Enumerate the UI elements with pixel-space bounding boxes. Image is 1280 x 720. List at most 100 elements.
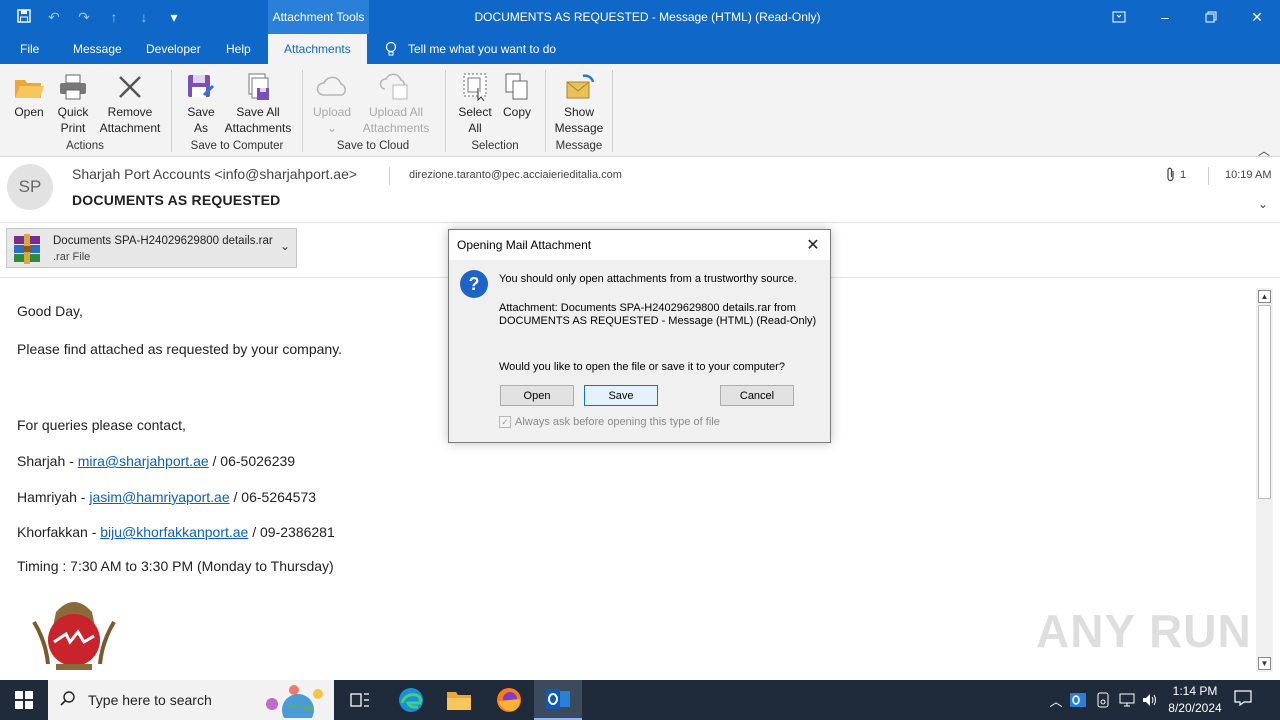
- ribbon-separator: [445, 70, 446, 152]
- arrow-down-icon[interactable]: ↓: [134, 9, 154, 25]
- cloud-icon: [310, 70, 354, 104]
- quick-print-button[interactable]: Quick Print: [54, 70, 92, 136]
- dialog-open-button[interactable]: Open: [500, 385, 574, 406]
- select-all-label-1: Select: [458, 105, 492, 119]
- arrow-up-icon[interactable]: ↑: [104, 9, 124, 25]
- upload-chevron-icon: ⌄: [326, 121, 338, 135]
- outlook-tray-icon[interactable]: [1070, 680, 1088, 720]
- remove-x-icon: [96, 70, 164, 104]
- remove-label-2: Attachment: [99, 121, 161, 135]
- save-as-icon: [182, 70, 220, 104]
- upload-all-label-1: Upload All: [368, 105, 424, 119]
- contact-hamriyah: Hamriyah - jasim@hamriyaport.ae / 06-526…: [17, 489, 316, 505]
- group-label-save-computer: Save to Computer: [190, 140, 284, 152]
- redo-icon[interactable]: ↷: [74, 9, 94, 26]
- sender[interactable]: Sharjah Port Accounts <info@sharjahport.…: [72, 166, 357, 182]
- tab-file[interactable]: File: [20, 34, 39, 64]
- remove-attachment-button[interactable]: Remove Attachment: [96, 70, 164, 136]
- ribbon-separator: [612, 70, 613, 152]
- volume-icon[interactable]: [1141, 680, 1159, 720]
- maximize-icon[interactable]: [1188, 0, 1234, 34]
- ribbon-separator: [545, 70, 546, 152]
- tab-developer[interactable]: Developer: [146, 34, 201, 64]
- show-message-label-1: Show: [563, 105, 595, 119]
- clock-date: 8/20/2024: [1168, 701, 1222, 715]
- opening-mail-attachment-dialog: Opening Mail Attachment ✕ ? You should o…: [448, 229, 831, 443]
- upload-all-attachments-button[interactable]: Upload All Attachments: [356, 70, 436, 136]
- ribbon: Open Quick Print Remove Attachment Actio…: [0, 64, 1280, 158]
- scroll-down-icon[interactable]: ▼: [1258, 657, 1271, 670]
- group-label-selection: Selection: [471, 140, 519, 152]
- customize-qat-icon[interactable]: ▾: [164, 9, 184, 26]
- taskbar-search-box[interactable]: Type here to search: [48, 680, 334, 720]
- taskbar-clock[interactable]: 1:14 PM 8/20/2024: [1160, 683, 1230, 717]
- attachment-count: 1: [1166, 167, 1186, 182]
- show-message-button[interactable]: Show Message: [554, 70, 604, 136]
- upload-button[interactable]: Upload ⌄: [310, 70, 354, 136]
- always-ask-label: Always ask before opening this type of f…: [515, 416, 720, 428]
- copy-button[interactable]: Copy: [499, 70, 535, 120]
- open-button[interactable]: Open: [10, 70, 48, 120]
- select-all-label-2: All: [468, 121, 482, 135]
- dialog-cancel-button[interactable]: Cancel: [720, 385, 794, 406]
- cloud-upload-icon: [356, 70, 436, 104]
- attachment-chip[interactable]: Documents SPA-H24029629800 details.rar .…: [6, 228, 297, 268]
- tab-attachments[interactable]: Attachments: [268, 34, 367, 64]
- phone-text: / 09-2386281: [248, 524, 335, 540]
- quick-print-label-1: Quick: [57, 105, 89, 119]
- tell-me-box[interactable]: Tell me what you want to do: [384, 34, 556, 64]
- message-header: SP Sharjah Port Accounts <info@sharjahpo…: [0, 157, 1280, 223]
- edge-browser-icon[interactable]: [387, 680, 435, 720]
- vertical-scrollbar[interactable]: ▲ ▼: [1256, 288, 1273, 672]
- dialog-question: Would you like to open the file or save …: [499, 361, 785, 373]
- attachment-type: .rar File: [53, 251, 91, 263]
- printer-icon: [54, 70, 92, 104]
- close-icon[interactable]: ✕: [1234, 0, 1280, 34]
- dialog-title-bar: Opening Mail Attachment ✕: [449, 230, 830, 260]
- recipient[interactable]: direzione.taranto@pec.acciaierieditalia.…: [409, 169, 622, 181]
- save-icon[interactable]: [14, 8, 34, 26]
- outlook-icon[interactable]: [534, 680, 582, 720]
- scroll-up-icon[interactable]: ▲: [1258, 290, 1271, 303]
- save-as-button[interactable]: Save As: [182, 70, 220, 136]
- ribbon-display-options-icon[interactable]: [1096, 0, 1142, 34]
- always-ask-checkbox[interactable]: ✓ Always ask before opening this type of…: [499, 416, 720, 428]
- save-all-attachments-button[interactable]: Save All Attachments: [222, 70, 294, 136]
- notification-icon[interactable]: [1234, 690, 1252, 711]
- upload-label: Upload: [312, 105, 352, 119]
- file-explorer-icon[interactable]: [435, 680, 483, 720]
- attachment-count-value: 1: [1180, 168, 1187, 181]
- tab-help[interactable]: Help: [226, 34, 251, 64]
- email-link[interactable]: jasim@hamriyaport.ae: [89, 489, 229, 505]
- question-icon: ?: [460, 270, 488, 298]
- expand-header-icon[interactable]: ⌄: [1258, 197, 1268, 211]
- windows-start-icon[interactable]: [0, 680, 48, 720]
- task-view-icon[interactable]: [336, 680, 384, 720]
- chevron-down-icon[interactable]: ⌄: [280, 239, 290, 253]
- email-link[interactable]: mira@sharjahport.ae: [78, 453, 209, 469]
- paperclip-icon: [1167, 167, 1174, 182]
- dialog-attachment-line-1: Attachment: Documents SPA-H24029629800 d…: [499, 302, 796, 314]
- contact-khorfakkan: Khorfakkan - biju@khorfakkanport.ae / 09…: [17, 524, 335, 540]
- dialog-warning: You should only open attachments from a …: [499, 273, 797, 285]
- tell-me-text: Tell me what you want to do: [408, 42, 557, 56]
- save-all-label-2: Attachments: [224, 121, 292, 135]
- dialog-save-button[interactable]: Save: [584, 385, 658, 406]
- save-as-label-2: As: [193, 121, 208, 135]
- device-tray-icon[interactable]: [1095, 680, 1113, 720]
- dialog-close-icon[interactable]: ✕: [802, 234, 824, 256]
- scroll-thumb[interactable]: [1258, 305, 1271, 499]
- show-hidden-icons-icon[interactable]: ︿: [1046, 680, 1066, 720]
- open-label: Open: [14, 105, 44, 119]
- remove-label-1: Remove: [107, 105, 153, 119]
- minimize-icon[interactable]: –: [1142, 0, 1188, 34]
- contact-label: Sharjah -: [17, 453, 78, 469]
- tab-message[interactable]: Message: [73, 34, 122, 64]
- timing: Timing : 7:30 AM to 3:30 PM (Monday to T…: [17, 558, 334, 574]
- undo-icon[interactable]: ↶: [44, 9, 64, 26]
- select-all-button[interactable]: Select All: [455, 70, 495, 136]
- network-icon[interactable]: [1118, 680, 1136, 720]
- dialog-title: Opening Mail Attachment: [457, 238, 592, 252]
- firefox-icon[interactable]: [485, 680, 533, 720]
- email-link[interactable]: biju@khorfakkanport.ae: [100, 524, 248, 540]
